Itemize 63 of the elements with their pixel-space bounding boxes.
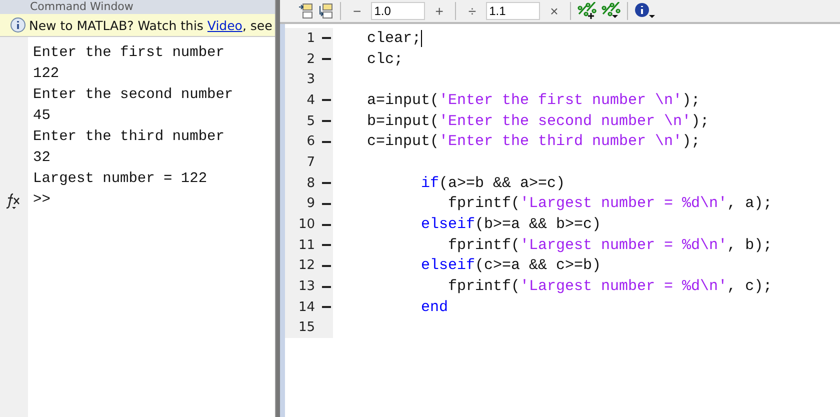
breakpoint-dash[interactable] — [322, 37, 330, 40]
line-number: 3 — [285, 69, 319, 90]
video-link[interactable]: Video — [207, 18, 242, 32]
code-line: clear; — [367, 30, 422, 47]
line-number: 6 — [285, 131, 319, 152]
output-line: 122 — [33, 65, 60, 84]
breakpoint-dash[interactable] — [322, 264, 330, 267]
info-icon — [10, 17, 26, 33]
toolbar-button[interactable]: × — [544, 1, 564, 21]
line-number: 15 — [285, 318, 319, 338]
code-line: if(a>=b && a>=c) — [420, 174, 566, 192]
line-number: 1 — [285, 28, 319, 49]
output-line: Largest number = 122 — [33, 170, 208, 189]
code-line: a=input('Enter the first number \n'); — [367, 92, 700, 109]
panel-title: Command Window — [0, 0, 275, 14]
command-prompt[interactable]: >> — [33, 190, 275, 211]
code-line: b=input('Enter the second number \n'); — [367, 112, 710, 130]
output-line: Enter the first number — [33, 44, 226, 63]
output-line: 45 — [33, 107, 52, 126]
code-line: fprintf('Largest number = %d\n', a); — [447, 195, 772, 212]
breakpoint-dash[interactable] — [322, 140, 330, 143]
line-number: 10 — [285, 214, 319, 235]
code-line: fprintf('Largest number = %d\n', c); — [447, 278, 772, 296]
code-line: fprintf('Largest number = %d\n', b); — [447, 236, 772, 254]
line-number: 13 — [285, 276, 319, 297]
info-icon[interactable] — [634, 2, 656, 20]
line-number: 7 — [285, 152, 319, 173]
percent-icon[interactable] — [577, 2, 598, 20]
line-number: 4 — [285, 90, 319, 111]
code-line: end — [420, 298, 448, 316]
line-number: 14 — [285, 296, 319, 318]
breakpoint-dash[interactable] — [322, 99, 330, 102]
breakpoint-dash[interactable] — [322, 286, 330, 288]
line-number: 2 — [285, 48, 319, 70]
output-line: 32 — [33, 149, 52, 168]
insert-section-icon[interactable] — [318, 3, 334, 19]
number-field[interactable]: 1.0 — [371, 2, 426, 20]
toolbar-button[interactable]: ÷ — [462, 1, 482, 21]
breakpoint-dash[interactable] — [322, 202, 330, 205]
line-number: 8 — [285, 172, 319, 194]
code-line: clc; — [367, 50, 404, 68]
breakpoint-dash[interactable] — [322, 306, 330, 308]
line-number: 12 — [285, 256, 319, 276]
breakpoint-dash[interactable] — [322, 120, 330, 122]
breakpoint-dash[interactable] — [322, 224, 330, 226]
line-number: 5 — [285, 110, 319, 132]
code-line: elseif(c>=a && c>=b) — [420, 257, 602, 274]
function-icon[interactable] — [6, 192, 22, 210]
code-line: c=input('Enter the third number \n'); — [367, 133, 700, 150]
toolbar-button[interactable]: + — [429, 1, 450, 21]
info-message: New to MATLAB? Watch this Video, see — [29, 18, 272, 32]
number-field[interactable]: 1.1 — [486, 2, 540, 20]
breakpoint-dash[interactable] — [322, 182, 330, 184]
insert-section-icon[interactable] — [298, 3, 314, 19]
line-number: 11 — [285, 234, 319, 256]
code-line: elseif(b>=a && b>=c) — [420, 216, 602, 234]
breakpoint-dash[interactable] — [322, 244, 330, 246]
toolbar-button[interactable]: − — [347, 1, 368, 21]
breakpoint-dash[interactable] — [322, 58, 330, 60]
output-line: Enter the third number — [33, 128, 226, 147]
percent-icon[interactable] — [601, 2, 622, 20]
line-number: 9 — [285, 194, 319, 214]
output-line: Enter the second number — [33, 86, 234, 105]
